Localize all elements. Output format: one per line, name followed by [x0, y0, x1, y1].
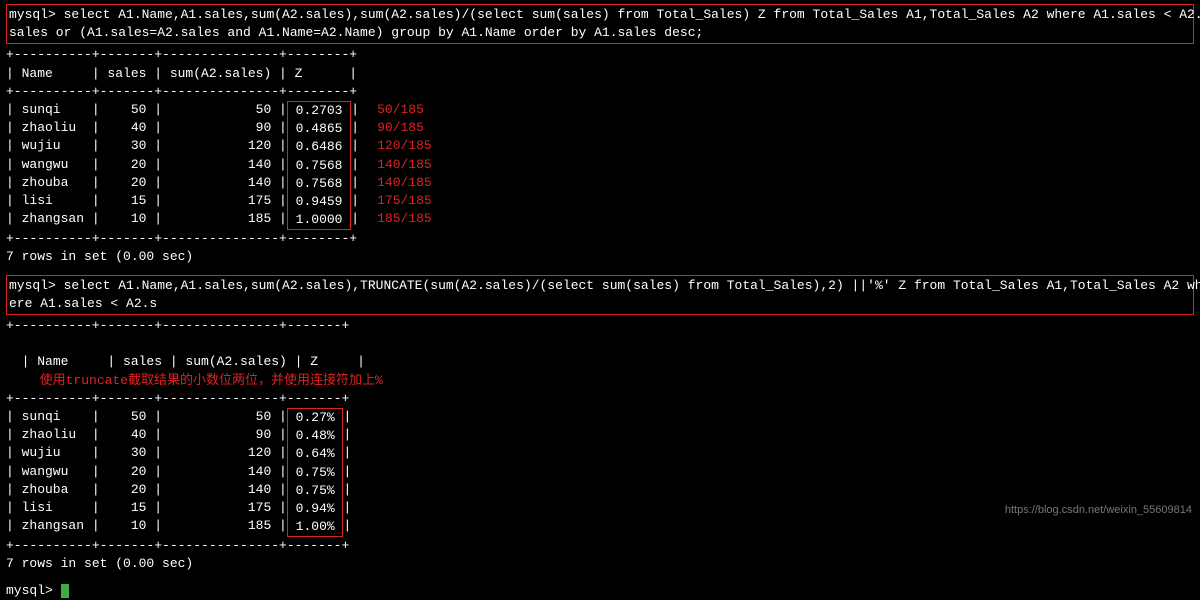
- z-value: 0.94%: [288, 500, 343, 518]
- row-tail: |: [351, 156, 359, 174]
- z-value: 0.7568: [288, 175, 350, 193]
- row-tail: |: [351, 174, 359, 192]
- z-value: 0.7568: [288, 157, 350, 175]
- z-value: 0.2703: [288, 102, 350, 120]
- sql-query-1-line1: select A1.Name,A1.sales,sum(A2.sales),su…: [56, 7, 1200, 22]
- table1-sep-mid: +----------+-------+---------------+----…: [6, 83, 1194, 101]
- sql-query-1-line2: sales or (A1.sales=A2.sales and A1.Name=…: [9, 25, 703, 40]
- table2-sep-top: +----------+-------+---------------+----…: [6, 317, 1194, 335]
- table1-status: 7 rows in set (0.00 sec): [6, 248, 1194, 266]
- table1-rows-left: | sunqi | 50 | 50 | | zhaoliu | 40 | 90 …: [6, 101, 287, 228]
- row-tail: |: [351, 119, 359, 137]
- annotation: 120/185: [377, 137, 432, 155]
- table2-status: 7 rows in set (0.00 sec): [6, 555, 1194, 573]
- table-row: | zhouba | 20 | 140 |: [6, 481, 287, 499]
- cursor-icon: [61, 584, 69, 598]
- table-row: | zhaoliu | 40 | 90 |: [6, 119, 287, 137]
- mysql-prompt: mysql>: [6, 583, 61, 598]
- row-tail: |: [351, 137, 359, 155]
- table-row: | wujiu | 30 | 120 |: [6, 444, 287, 462]
- table1-sep-top: +----------+-------+---------------+----…: [6, 46, 1194, 64]
- row-tail: |: [351, 101, 359, 119]
- mysql-prompt: mysql>: [9, 7, 56, 22]
- table-row: | zhouba | 20 | 140 |: [6, 174, 287, 192]
- annotation: 185/185: [377, 210, 432, 228]
- row-tail: |: [343, 408, 351, 426]
- table2-sep-bottom: +----------+-------+---------------+----…: [6, 537, 1194, 555]
- z-value: 0.9459: [288, 193, 350, 211]
- row-tail: |: [351, 192, 359, 210]
- row-tail: |: [343, 463, 351, 481]
- table-row: | wujiu | 30 | 120 |: [6, 137, 287, 155]
- table2-rows-left: | sunqi | 50 | 50 | | zhaoliu | 40 | 90 …: [6, 408, 287, 535]
- table1-sep-bottom: +----------+-------+---------------+----…: [6, 230, 1194, 248]
- table-row: | lisi | 15 | 175 |: [6, 499, 287, 517]
- mysql-prompt: mysql>: [9, 278, 56, 293]
- sql-query-2-box: mysql> select A1.Name,A1.sales,sum(A2.sa…: [6, 275, 1194, 315]
- table-row: | zhaoliu | 40 | 90 |: [6, 426, 287, 444]
- table1-annotations: 50/185 90/185 120/185 140/185 140/185 17…: [377, 101, 432, 228]
- z-value: 0.75%: [288, 482, 343, 500]
- table-row: | lisi | 15 | 175 |: [6, 192, 287, 210]
- table2-sep-mid: +----------+-------+---------------+----…: [6, 390, 1194, 408]
- annotation: 140/185: [377, 174, 432, 192]
- table1-header: | Name | sales | sum(A2.sales) | Z |: [6, 65, 1194, 83]
- z-value: 1.00%: [288, 518, 343, 536]
- table-row: | zhangsan | 10 | 185 |: [6, 210, 287, 228]
- row-tail: |: [343, 481, 351, 499]
- table-row: | zhangsan | 10 | 185 |: [6, 517, 287, 535]
- annotation: 90/185: [377, 119, 432, 137]
- row-tail: |: [343, 499, 351, 517]
- row-tail: |: [343, 517, 351, 535]
- row-tail: |: [351, 210, 359, 228]
- table1-z-column-box: 0.2703 0.4865 0.6486 0.7568 0.7568 0.945…: [287, 101, 351, 230]
- sql-query-2-line1: select A1.Name,A1.sales,sum(A2.sales),TR…: [56, 278, 1200, 293]
- annotation: 50/185: [377, 101, 432, 119]
- sql-query-2-line2: ere A1.sales < A2.s: [9, 296, 157, 311]
- table1-rows-tail: | | | | | | |: [351, 101, 359, 228]
- annotation: 175/185: [377, 192, 432, 210]
- table2-annotation-inline: 使用truncate截取结果的小数位两位，并使用连接符加上%: [40, 373, 383, 388]
- row-tail: |: [343, 426, 351, 444]
- z-value: 0.75%: [288, 464, 343, 482]
- table2-header: | Name | sales | sum(A2.sales) | Z |: [22, 354, 365, 369]
- table-row: | wangwu | 20 | 140 |: [6, 156, 287, 174]
- table-row: | sunqi | 50 | 50 |: [6, 101, 287, 119]
- z-value: 0.64%: [288, 445, 343, 463]
- final-prompt-line[interactable]: mysql>: [6, 582, 1194, 600]
- z-value: 0.48%: [288, 427, 343, 445]
- row-tail: |: [343, 444, 351, 462]
- z-value: 1.0000: [288, 211, 350, 229]
- table-row: | wangwu | 20 | 140 |: [6, 463, 287, 481]
- sql-query-1-box: mysql> select A1.Name,A1.sales,sum(A2.sa…: [6, 4, 1194, 44]
- table2-rows-tail: | | | | | | |: [343, 408, 351, 535]
- table2-z-column-box: 0.27% 0.48% 0.64% 0.75% 0.75% 0.94% 1.00…: [287, 408, 344, 537]
- watermark: https://blog.csdn.net/weixin_55609814: [1005, 503, 1192, 518]
- table-row: | sunqi | 50 | 50 |: [6, 408, 287, 426]
- z-value: 0.27%: [288, 409, 343, 427]
- z-value: 0.4865: [288, 120, 350, 138]
- annotation: 140/185: [377, 156, 432, 174]
- z-value: 0.6486: [288, 138, 350, 156]
